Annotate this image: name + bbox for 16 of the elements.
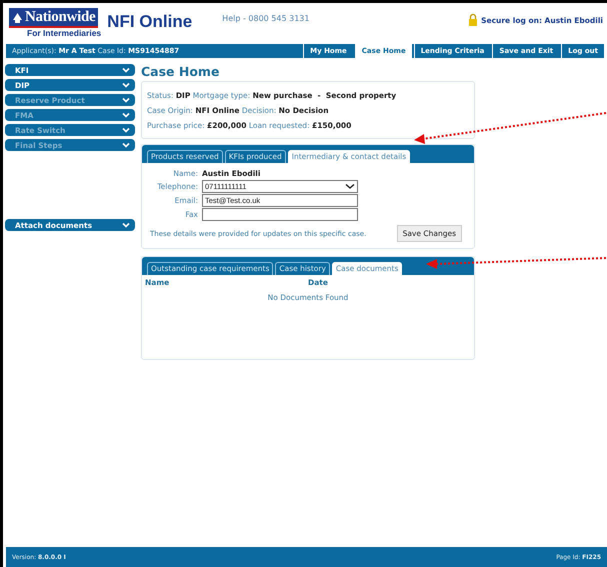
house-icon — [12, 11, 23, 23]
help-line: Help - 0800 545 3131 — [222, 14, 310, 23]
product-name: NFI Online — [107, 12, 192, 32]
chevron-icon — [122, 97, 130, 103]
input-field[interactable] — [202, 208, 358, 221]
chevron-icon — [122, 67, 130, 73]
page-title: Case Home — [141, 64, 220, 81]
padlock-icon — [468, 14, 478, 26]
brand-name: Nationwide — [25, 8, 96, 26]
chevron-icon — [122, 127, 130, 133]
chevron-icon — [122, 142, 130, 148]
caret-icon — [345, 183, 355, 190]
brand-subtitle: For Intermediaries — [27, 28, 102, 38]
chevron-icon — [122, 82, 130, 88]
chevron-icon — [122, 112, 130, 118]
chevron-icon — [122, 222, 130, 228]
